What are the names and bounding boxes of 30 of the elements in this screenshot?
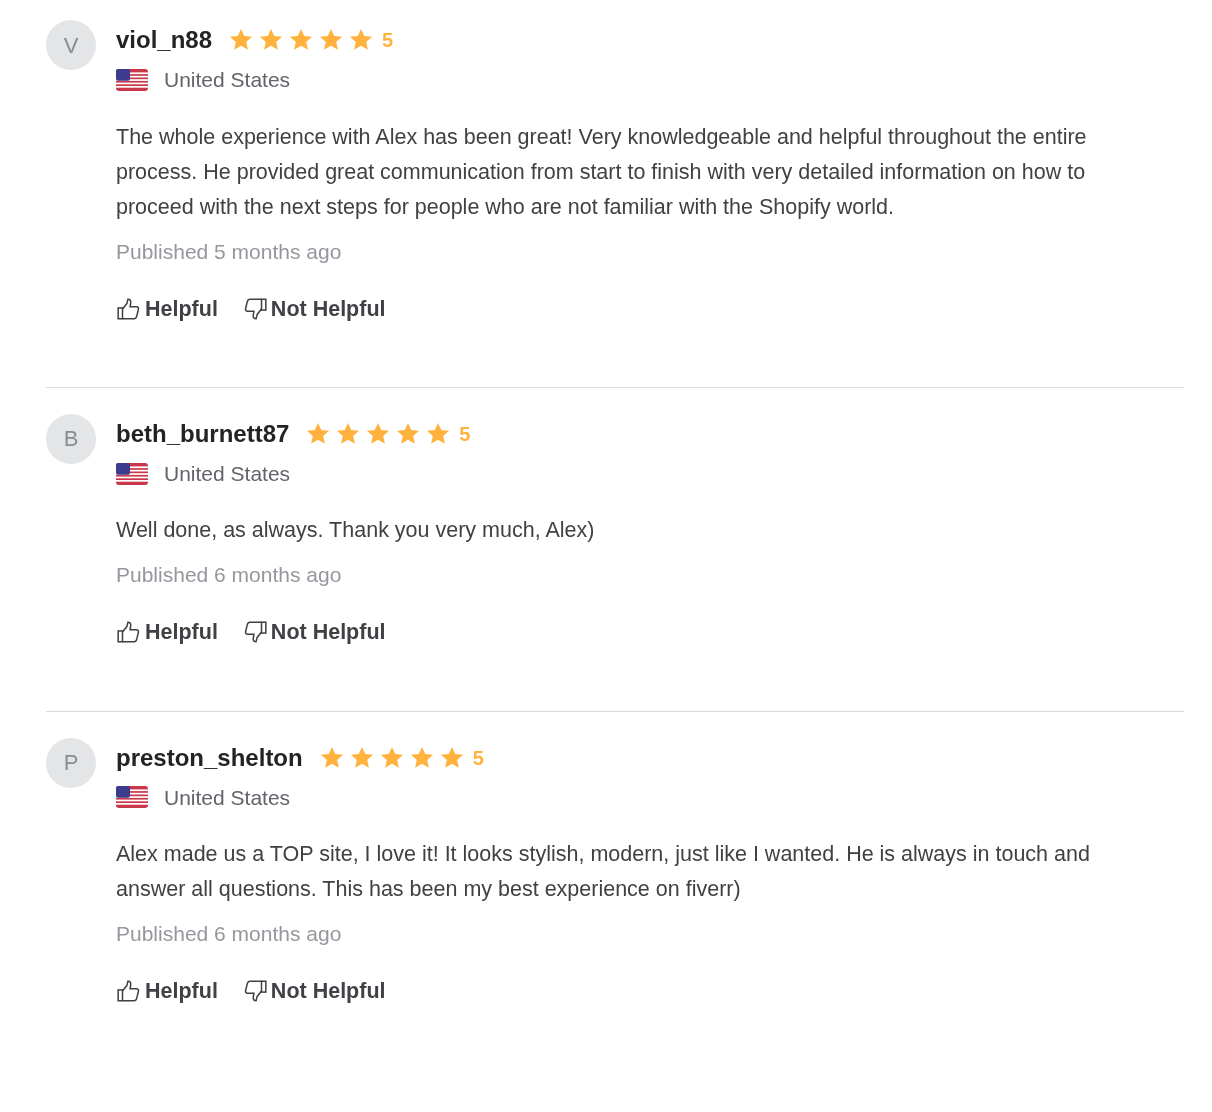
avatar: V [46, 20, 96, 70]
rating-value: 5 [472, 745, 484, 771]
flag-icon [116, 786, 148, 809]
thumbs-up-icon [116, 978, 142, 1005]
flag-icon [116, 462, 148, 485]
not-helpful-button[interactable]: Not Helpful [241, 292, 386, 325]
country-name: United States [164, 67, 291, 93]
avatar: B [46, 413, 96, 464]
flag-icon [116, 68, 148, 91]
published-date: Published 6 months ago [116, 921, 343, 947]
not-helpful-button[interactable]: Not Helpful [241, 616, 386, 649]
avatar: P [46, 737, 96, 788]
rating-value: 5 [382, 28, 394, 53]
thumbs-up-icon [116, 295, 142, 322]
thumbs-up-icon [116, 619, 142, 646]
review-text: Alex made us a TOP site, I love it! It looks stylish, modern, just like I wanted. He is always in touch and answer all questions. This has been my best experience on fiverr) [116, 841, 1091, 903]
published-date: Published 5 months ago [116, 238, 343, 265]
helpful-button[interactable]: Helpful [116, 292, 218, 325]
published-date: Published 6 months ago [116, 562, 343, 589]
review-text: Well done, as always. Thank you very much, Alex) [116, 517, 596, 545]
username: beth_burnett87 [116, 418, 290, 449]
helpful-button[interactable]: Helpful [116, 975, 218, 1008]
review-text: The whole experience with Alex has been great! Very knowledgeable and helpful throughout the entire process. He provided great communication from start to finish with very detailed information on how to proceed with the next steps for people who are not familiar with the Shopify world. [116, 123, 1088, 221]
country-name: United States [164, 784, 291, 811]
username: viol_n88 [116, 25, 213, 55]
rating-value: 5 [459, 421, 471, 447]
country-name: United States [164, 460, 291, 487]
not-helpful-button[interactable]: Not Helpful [241, 975, 386, 1008]
helpful-button[interactable]: Helpful [116, 616, 218, 649]
username: preston_shelton [116, 742, 303, 773]
